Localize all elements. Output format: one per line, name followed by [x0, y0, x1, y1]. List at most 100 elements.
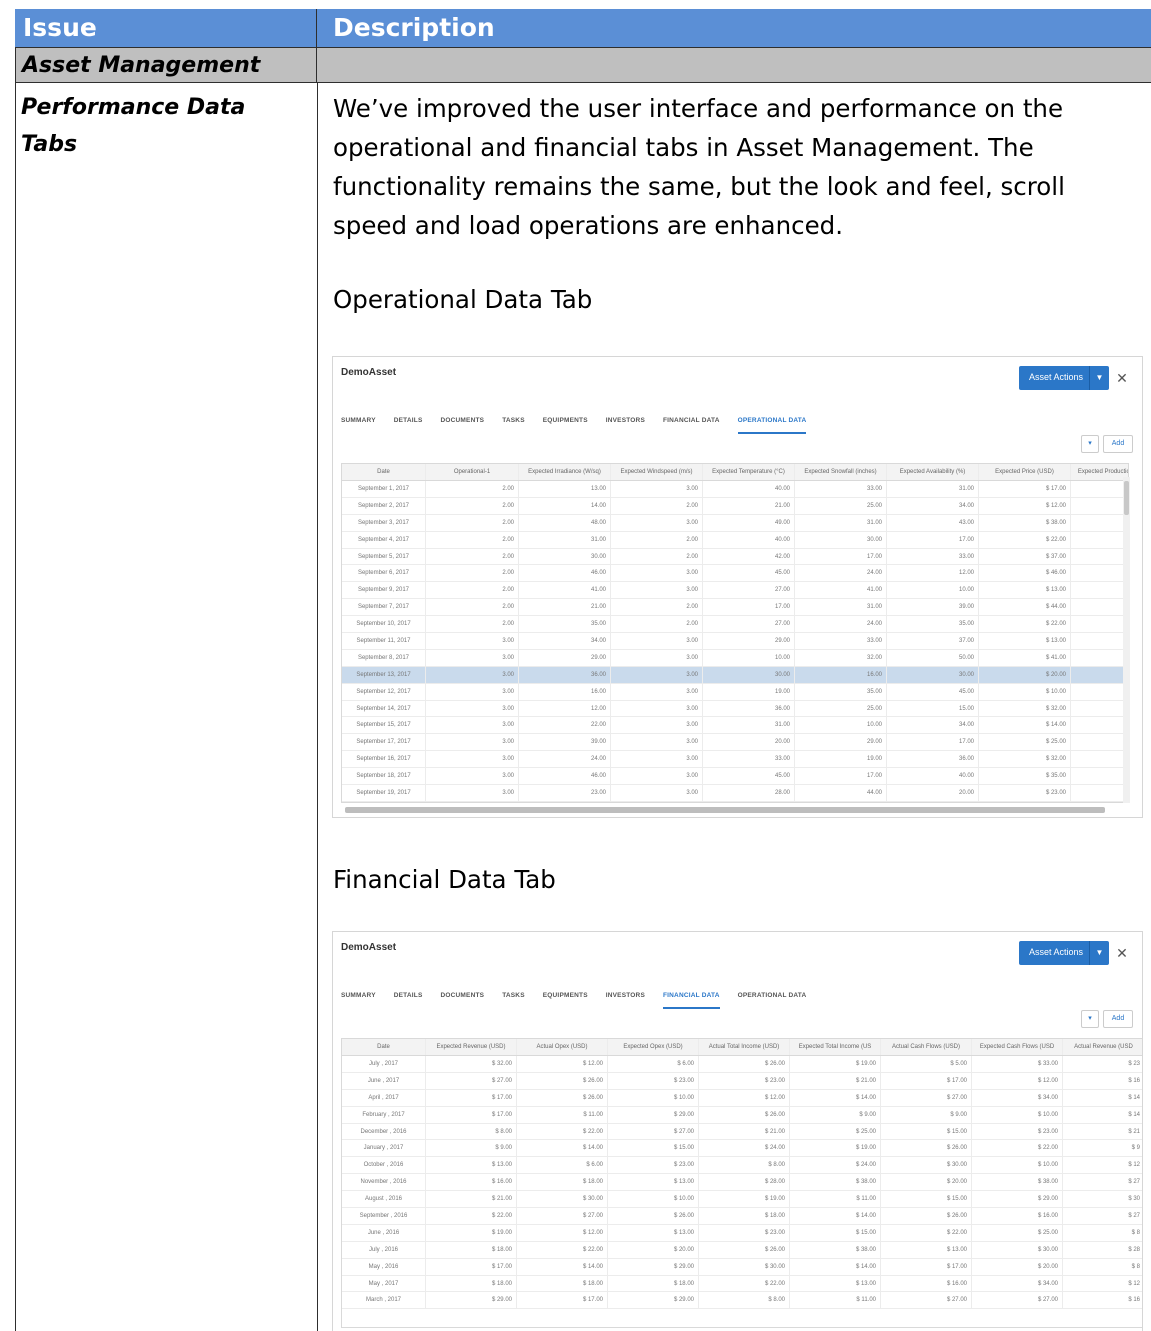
table-cell[interactable]: 2.00 — [611, 548, 703, 565]
table-cell[interactable]: 30.00 — [795, 531, 887, 548]
table-cell[interactable]: 35.00 — [887, 616, 979, 633]
table-cell[interactable]: August , 2016 — [342, 1191, 426, 1208]
table-cell[interactable]: 25.00 — [795, 700, 887, 717]
table-cell[interactable]: 2.00 — [426, 599, 519, 616]
table-cell[interactable]: 2.00 — [426, 616, 519, 633]
table-row[interactable]: September 1, 2017 2.00 13.00 3.00 40.00 33.00… — [342, 481, 1128, 498]
table-cell[interactable] — [1071, 684, 1128, 700]
column-header[interactable]: Expected Windspeed (m/s) — [611, 464, 703, 480]
table-cell[interactable]: 3.00 — [426, 751, 519, 768]
tab-financial-data[interactable]: FINANCIAL DATA — [662, 991, 720, 1009]
table-cell[interactable]: $ 27.00 — [881, 1089, 972, 1106]
table-cell[interactable]: $ 28 — [1063, 1242, 1142, 1258]
table-cell[interactable]: $ 29.00 — [608, 1106, 699, 1123]
table-cell[interactable]: 34.00 — [887, 717, 979, 734]
table-cell[interactable]: $ 9.00 — [790, 1106, 881, 1123]
table-cell[interactable] — [1071, 481, 1128, 497]
table-row[interactable]: September 7, 2017 2.00 21.00 2.00 17.00 31.00… — [342, 599, 1128, 617]
table-cell[interactable]: 17.00 — [795, 768, 887, 785]
add-button[interactable]: Add — [1103, 435, 1133, 453]
table-cell[interactable]: $ 10.00 — [608, 1089, 699, 1106]
column-header[interactable]: Expected Revenue (USD) — [426, 1039, 517, 1055]
table-cell[interactable]: September 7, 2017 — [342, 599, 426, 616]
tab-equipments[interactable]: EQUIPMENTS — [543, 991, 588, 1009]
table-cell[interactable]: 50.00 — [887, 649, 979, 666]
table-cell[interactable]: 30.00 — [519, 548, 611, 565]
table-cell[interactable]: 35.00 — [795, 683, 887, 700]
table-cell[interactable]: 3.00 — [611, 768, 703, 785]
table-row[interactable]: September 17, 2017 3.00 39.00 3.00 20.00 29.0… — [342, 734, 1128, 752]
table-cell[interactable]: $ 27 — [1063, 1174, 1142, 1190]
table-cell[interactable] — [1071, 717, 1128, 733]
table-cell[interactable]: $ 13.00 — [881, 1241, 972, 1258]
horizontal-scrollbar[interactable] — [345, 807, 1105, 813]
chevron-down-icon[interactable]: ▼ — [1089, 366, 1109, 390]
table-cell[interactable]: 45.00 — [887, 683, 979, 700]
column-header[interactable]: Actual Total Income (USD) — [699, 1039, 790, 1055]
table-cell[interactable]: 40.00 — [703, 481, 795, 497]
tab-details[interactable]: DETAILS — [394, 991, 423, 1009]
table-cell[interactable]: $ 12.00 — [699, 1089, 790, 1106]
table-cell[interactable]: 27.00 — [703, 582, 795, 599]
table-cell[interactable]: $ 18.00 — [608, 1275, 699, 1292]
table-cell[interactable]: 20.00 — [703, 734, 795, 751]
table-cell[interactable]: July , 2017 — [342, 1056, 426, 1072]
table-cell[interactable]: 49.00 — [703, 514, 795, 531]
table-cell[interactable]: $ 20.00 — [881, 1174, 972, 1191]
table-cell[interactable]: $ 20.00 — [608, 1241, 699, 1258]
table-cell[interactable]: 24.00 — [519, 751, 611, 768]
table-cell[interactable]: 3.00 — [611, 666, 703, 683]
table-cell[interactable]: $ 16.00 — [426, 1174, 517, 1191]
table-cell[interactable]: June , 2016 — [342, 1224, 426, 1241]
table-cell[interactable]: $ 24.00 — [699, 1140, 790, 1157]
table-cell[interactable] — [1071, 734, 1128, 750]
table-cell[interactable]: 10.00 — [887, 582, 979, 599]
table-cell[interactable]: $ 20.00 — [979, 666, 1071, 683]
table-cell[interactable]: $ 10.00 — [608, 1191, 699, 1208]
table-cell[interactable] — [1071, 532, 1128, 548]
table-cell[interactable] — [1071, 549, 1128, 565]
table-cell[interactable]: $ 17.00 — [881, 1072, 972, 1089]
column-header[interactable]: Expected Price (USD) — [979, 464, 1071, 480]
column-header[interactable]: Expected Temperature (°C) — [703, 464, 795, 480]
table-cell[interactable] — [1071, 785, 1128, 801]
table-cell[interactable]: 21.00 — [519, 599, 611, 616]
table-cell[interactable]: $ 8 — [1063, 1225, 1142, 1241]
table-cell[interactable]: $ 30.00 — [881, 1157, 972, 1174]
table-cell[interactable]: $ 30.00 — [517, 1191, 608, 1208]
table-cell[interactable]: 2.00 — [426, 497, 519, 514]
table-cell[interactable]: 3.00 — [611, 565, 703, 582]
table-row[interactable]: July , 2016 $ 18.00 $ 22.00 $ 20.00 $ 26.00 $… — [342, 1241, 1142, 1259]
table-cell[interactable]: 3.00 — [611, 700, 703, 717]
table-cell[interactable]: $ 17.00 — [979, 481, 1071, 497]
table-row[interactable]: June , 2016 $ 19.00 $ 12.00 $ 13.00 $ 23.00 $… — [342, 1224, 1142, 1242]
table-cell[interactable]: $ 12.00 — [517, 1224, 608, 1241]
table-cell[interactable]: $ 24.00 — [790, 1157, 881, 1174]
table-cell[interactable]: $ 8.00 — [426, 1123, 517, 1140]
table-cell[interactable]: $ 19.00 — [790, 1140, 881, 1157]
table-cell[interactable]: $ 16 — [1063, 1073, 1142, 1089]
table-cell[interactable]: 24.00 — [795, 616, 887, 633]
table-row[interactable]: September 12, 2017 3.00 16.00 3.00 19.00 35.0… — [342, 683, 1128, 701]
table-cell[interactable]: September 6, 2017 — [342, 565, 426, 582]
table-cell[interactable]: $ 14 — [1063, 1107, 1142, 1123]
table-cell[interactable]: September 11, 2017 — [342, 633, 426, 649]
table-cell[interactable]: 21.00 — [703, 497, 795, 514]
table-cell[interactable]: September 5, 2017 — [342, 548, 426, 565]
table-cell[interactable]: $ 27.00 — [517, 1208, 608, 1224]
table-cell[interactable]: $ 18.00 — [426, 1241, 517, 1258]
table-cell[interactable] — [1071, 498, 1128, 514]
table-cell[interactable]: $ 22.00 — [699, 1275, 790, 1292]
table-cell[interactable]: 20.00 — [887, 785, 979, 801]
table-cell[interactable]: 12.00 — [887, 565, 979, 582]
table-cell[interactable]: 3.00 — [611, 734, 703, 751]
table-cell[interactable]: $ 26.00 — [699, 1241, 790, 1258]
table-cell[interactable]: $ 8 — [1063, 1259, 1142, 1275]
table-cell[interactable]: $ 33.00 — [972, 1056, 1063, 1072]
table-cell[interactable]: $ 27 — [1063, 1208, 1142, 1224]
table-cell[interactable]: 2.00 — [611, 599, 703, 616]
table-cell[interactable]: $ 26.00 — [517, 1089, 608, 1106]
table-cell[interactable]: $ 11.00 — [790, 1292, 881, 1309]
table-cell[interactable]: 17.00 — [887, 531, 979, 548]
table-row[interactable]: January , 2017 $ 9.00 $ 14.00 $ 15.00 $ 24.0… — [342, 1140, 1142, 1158]
